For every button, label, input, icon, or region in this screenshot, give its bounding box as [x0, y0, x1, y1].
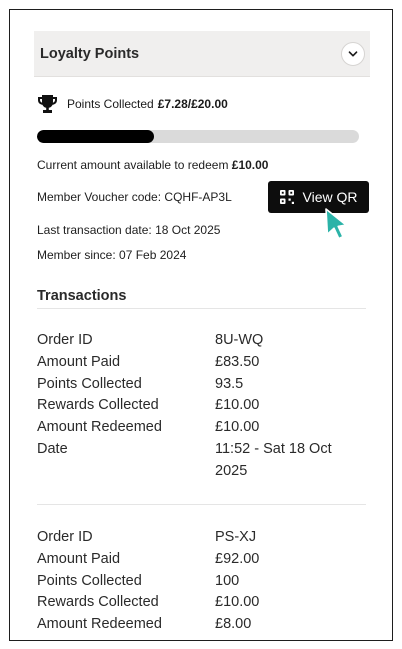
order-id-label: Order ID [37, 529, 93, 545]
transaction-card: Order ID PS-XJ Amount Paid £92.00 Points… [37, 527, 366, 636]
table-row: Amount Paid £83.50 [37, 352, 366, 374]
table-row: Date 11:52 - Sat 18 Oct 2025 [37, 439, 366, 483]
points-collected-label: Points Collected [67, 97, 154, 111]
rewards-collected-label: Rewards Collected [37, 594, 159, 611]
table-row: Amount Redeemed £10.00 [37, 417, 366, 439]
view-qr-label: View QR [302, 189, 358, 205]
order-id-value: 8U-WQ [215, 332, 264, 348]
table-row: Rewards Collected £10.00 [37, 592, 366, 614]
table-row: Order ID 8U-WQ [37, 330, 366, 352]
table-row: Order ID PS-XJ [37, 527, 366, 549]
points-progress-bar [37, 130, 359, 143]
view-qr-button[interactable]: View QR [268, 181, 369, 213]
redeem-amount-line: Current amount available to redeem £10.0… [37, 158, 268, 172]
points-collected-value: 93.5 [215, 375, 244, 392]
transaction-divider [37, 504, 366, 505]
screenshot-frame: Loyalty Points Points Collected £7.28/£2… [9, 9, 393, 641]
amount-redeemed-value: £8.00 [215, 616, 252, 633]
points-collected-label: Points Collected [37, 375, 142, 392]
chevron-down-icon [348, 51, 358, 57]
date-value: 11:52 - Sat 18 Oct 2025 [215, 440, 332, 479]
table-row: Points Collected 93.5 [37, 374, 366, 396]
table-row: Points Collected 100 [37, 571, 366, 593]
table-row: Rewards Collected £10.00 [37, 395, 366, 417]
collapse-toggle-button[interactable] [341, 42, 365, 66]
points-collected-label: Points Collected [37, 572, 142, 589]
rewards-collected-value: £10.00 [215, 397, 260, 414]
member-since-line: Member since: 07 Feb 2024 [37, 248, 187, 262]
voucher-code-line: Member Voucher code: CQHF-AP3L [37, 190, 232, 204]
transaction-card: Order ID 8U-WQ Amount Paid £83.50 Points… [37, 330, 366, 483]
redeem-label: Current amount available to redeem [37, 158, 229, 172]
amount-redeemed-label: Amount Redeemed [37, 419, 162, 436]
table-row: Amount Redeemed £8.00 [37, 614, 366, 636]
amount-paid-value: £83.50 [215, 353, 260, 370]
points-collected-value: £7.28/£20.00 [157, 97, 228, 111]
trophy-icon [38, 95, 57, 113]
table-row: Amount Paid £92.00 [37, 549, 366, 571]
amount-paid-label: Amount Paid [37, 353, 121, 370]
date-label: Date [37, 440, 68, 457]
amount-redeemed-value: £10.00 [215, 419, 260, 436]
mouse-pointer-icon [325, 208, 347, 240]
order-id-value: PS-XJ [215, 529, 257, 545]
qr-code-icon [279, 190, 294, 204]
amount-paid-label: Amount Paid [37, 550, 121, 567]
loyalty-title: Loyalty Points [40, 45, 140, 62]
points-progress-fill [37, 130, 155, 143]
transactions-title: Transactions [37, 288, 127, 304]
rewards-collected-value: £10.00 [215, 594, 260, 611]
transactions-divider [37, 308, 366, 309]
last-transaction-line: Last transaction date: 18 Oct 2025 [37, 223, 221, 237]
amount-redeemed-label: Amount Redeemed [37, 616, 162, 633]
rewards-collected-label: Rewards Collected [37, 397, 159, 414]
redeem-value: £10.00 [231, 158, 269, 172]
points-collected-value: 100 [215, 572, 240, 589]
amount-paid-value: £92.00 [215, 550, 260, 567]
points-collected-row: Points Collected £7.28/£20.00 [37, 94, 228, 114]
loyalty-accordion-header[interactable]: Loyalty Points [34, 31, 370, 77]
order-id-label: Order ID [37, 332, 93, 348]
loyalty-panel: Loyalty Points Points Collected £7.28/£2… [34, 31, 370, 640]
